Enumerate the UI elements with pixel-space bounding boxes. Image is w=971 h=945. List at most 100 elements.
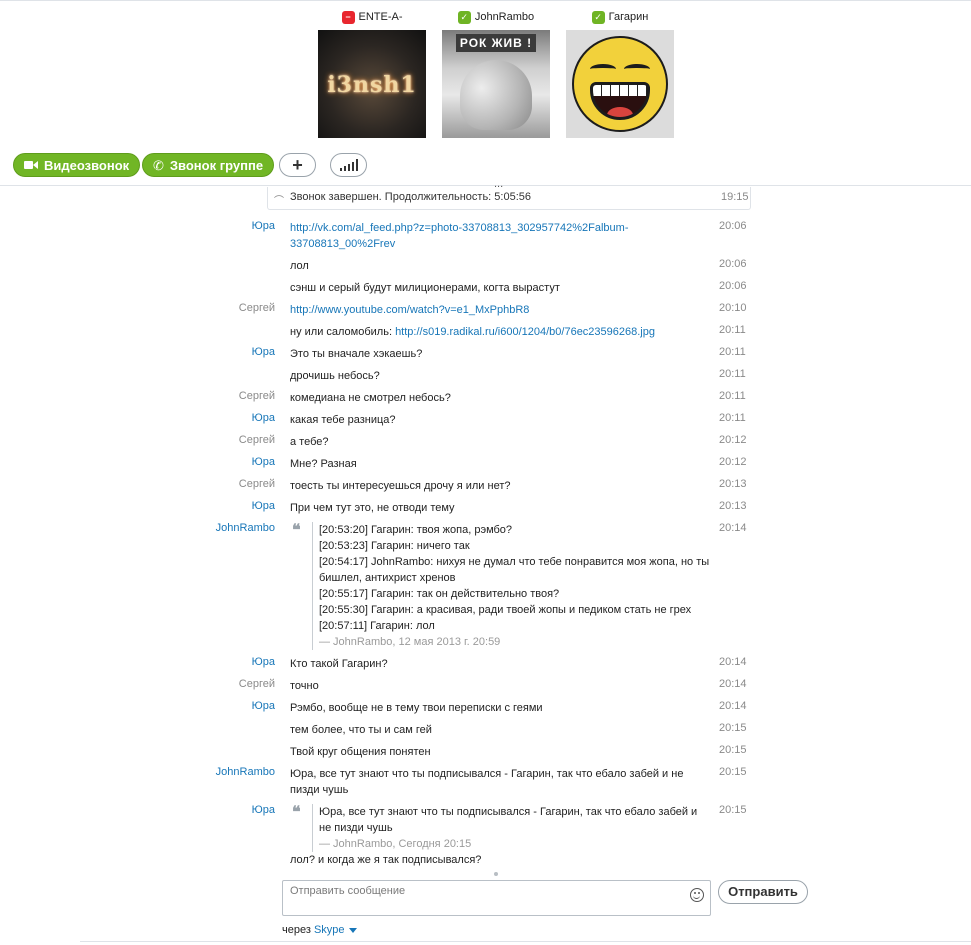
add-participant-button[interactable]: + [279, 153, 316, 177]
emoticon-icon[interactable] [690, 888, 704, 902]
message-text: При чем тут это, не отводи тему [290, 502, 455, 514]
message-sender[interactable]: Юра [252, 700, 275, 712]
message-text: Это ты вначале хэкаешь? [290, 348, 423, 360]
message-text: точно [290, 680, 319, 692]
message-text-part: ну или саломобиль: [290, 326, 396, 338]
call-ended-notice: ⌒ Звонок завершен. Продолжительность: 5:… [267, 187, 751, 210]
online-check-icon: ✓ [457, 10, 471, 24]
participant-name-row: ✓ JohnRambo [441, 9, 551, 25]
message-sender[interactable]: Юра [252, 456, 275, 468]
participant-johnrambo[interactable]: ✓ JohnRambo РОК ЖИВ ! [441, 9, 551, 138]
quote-signature: — JohnRambo, Сегодня 20:15 [319, 838, 472, 850]
message-time: 20:06 [719, 280, 747, 292]
message-sender[interactable]: Юра [252, 656, 275, 668]
plus-icon: + [292, 154, 303, 175]
quote-icon: ❝ [292, 520, 301, 539]
quote-line: [20:54:17] JohnRambo: нихуя не думал что… [319, 556, 710, 584]
participant-name: JohnRambo [474, 11, 535, 23]
message-text: http://vk.com/al_feed.php?z=photo-337088… [290, 220, 710, 252]
participant-ente[interactable]: − ENTE-A- i3nsh1 [317, 9, 427, 138]
message-time: 20:14 [719, 700, 747, 712]
message-time: 20:13 [719, 500, 747, 512]
message-input[interactable] [290, 885, 680, 897]
message-link[interactable]: http://s019.radikal.ru/i600/1204/b0/76ec… [395, 326, 655, 338]
quote-line: [20:53:23] Гагарин: ничего так [319, 540, 470, 552]
avatar[interactable]: i3nsh1 [318, 30, 426, 138]
message-text: http://www.youtube.com/watch?v=e1_MxPphb… [290, 302, 710, 318]
message-time: 20:11 [719, 346, 746, 358]
message-text: лол? и когда же я так подписывался? [290, 854, 482, 866]
message-input-box[interactable] [282, 880, 711, 916]
message-time: 20:06 [719, 258, 747, 270]
participant-name-row: − ENTE-A- [317, 9, 427, 25]
message-time: 20:14 [719, 656, 747, 668]
message-time: 20:11 [719, 324, 746, 336]
via-service-label: Skype [313, 924, 345, 936]
via-prefix: через [282, 924, 311, 936]
message-time: 20:14 [719, 522, 747, 534]
message-text: Рэмбо, вообще не в тему твои переписки с… [290, 702, 543, 714]
message-text: Мне? Разная [290, 458, 357, 470]
avatar-image-shape [460, 60, 532, 130]
message-text: а тебе? [290, 436, 329, 448]
message-text: лол [290, 260, 309, 272]
chat-history[interactable]: ⌒ Звонок завершен. Продолжительность: 5:… [0, 187, 971, 876]
message-sender[interactable]: Сергей [239, 390, 275, 402]
message-text: тоесть ты интересуешься дрочу я или нет? [290, 480, 511, 492]
participant-gagarin[interactable]: ✓ Гагарин [565, 9, 675, 138]
message-sender[interactable]: Юра [252, 220, 275, 232]
avatar[interactable] [566, 30, 674, 138]
laughing-face-icon [572, 36, 668, 132]
message-sender[interactable]: Сергей [239, 434, 275, 446]
message-sender[interactable]: Сергей [239, 478, 275, 490]
message-text: Твой круг общения понятен [290, 746, 431, 758]
message-sender[interactable]: JohnRambo [216, 766, 275, 778]
message-sender[interactable]: Юра [252, 346, 275, 358]
do-not-disturb-icon: − [341, 10, 355, 24]
message-sender[interactable]: Юра [252, 804, 275, 816]
message-time: 20:11 [719, 390, 746, 402]
message-time: 20:11 [719, 412, 746, 424]
avatar[interactable]: РОК ЖИВ ! [442, 30, 550, 138]
quote-line: [20:55:17] Гагарин: так он действительно… [319, 588, 560, 600]
message-sender[interactable]: JohnRambo [216, 522, 275, 534]
video-call-button[interactable]: Видеозвонок [13, 153, 141, 177]
message-text: Юра, все тут знают что ты подписывался -… [290, 768, 684, 796]
message-sender[interactable]: Сергей [239, 302, 275, 314]
message-time: 20:13 [719, 478, 747, 490]
message-sender[interactable]: Юра [252, 500, 275, 512]
participant-name: Гагарин [608, 11, 649, 23]
participant-name-row: ✓ Гагарин [565, 9, 675, 25]
message-sender[interactable]: Юра [252, 412, 275, 424]
message-time: 20:10 [719, 302, 747, 314]
splitter-handle[interactable] [494, 872, 498, 876]
message-text: дрочишь небось? [290, 370, 380, 382]
message-link[interactable]: http://vk.com/al_feed.php?z=photo-337088… [290, 222, 629, 250]
message-time: 20:12 [719, 456, 747, 468]
participant-name: ENTE-A- [358, 11, 403, 23]
message-text: комедиана не смотрел небось? [290, 392, 451, 404]
hangup-icon: ⌒ [274, 196, 284, 207]
call-quality-button[interactable] [330, 153, 367, 177]
video-call-label: Видеозвонок [44, 157, 130, 173]
message-sender[interactable]: Сергей [239, 678, 275, 690]
divider [80, 941, 971, 942]
dropdown-caret-icon [348, 927, 357, 933]
message-text: какая тебе разница? [290, 414, 396, 426]
group-call-label: Звонок группе [169, 157, 264, 173]
via-service-select[interactable]: Skype [314, 924, 357, 936]
quote-body: Юра, все тут знают что ты подписывался -… [312, 804, 710, 852]
quote-line: Юра, все тут знают что ты подписывался -… [319, 806, 698, 834]
quote-line: [20:55:30] Гагарин: а красивая, ради тво… [319, 604, 692, 616]
signal-bars-icon [339, 159, 358, 171]
quote-icon: ❝ [292, 802, 301, 821]
message-time: 20:06 [719, 220, 747, 232]
message-time: 20:15 [719, 804, 747, 816]
message-link[interactable]: http://www.youtube.com/watch?v=e1_MxPphb… [290, 304, 529, 316]
online-check-icon: ✓ [591, 10, 605, 24]
message-text: тем более, что ты и сам гей [290, 724, 432, 736]
camera-icon [24, 160, 38, 170]
avatar-lettering: РОК ЖИВ ! [456, 34, 536, 52]
group-call-button[interactable]: ✆ Звонок группе [142, 153, 275, 177]
send-button[interactable]: Отправить [718, 880, 808, 904]
